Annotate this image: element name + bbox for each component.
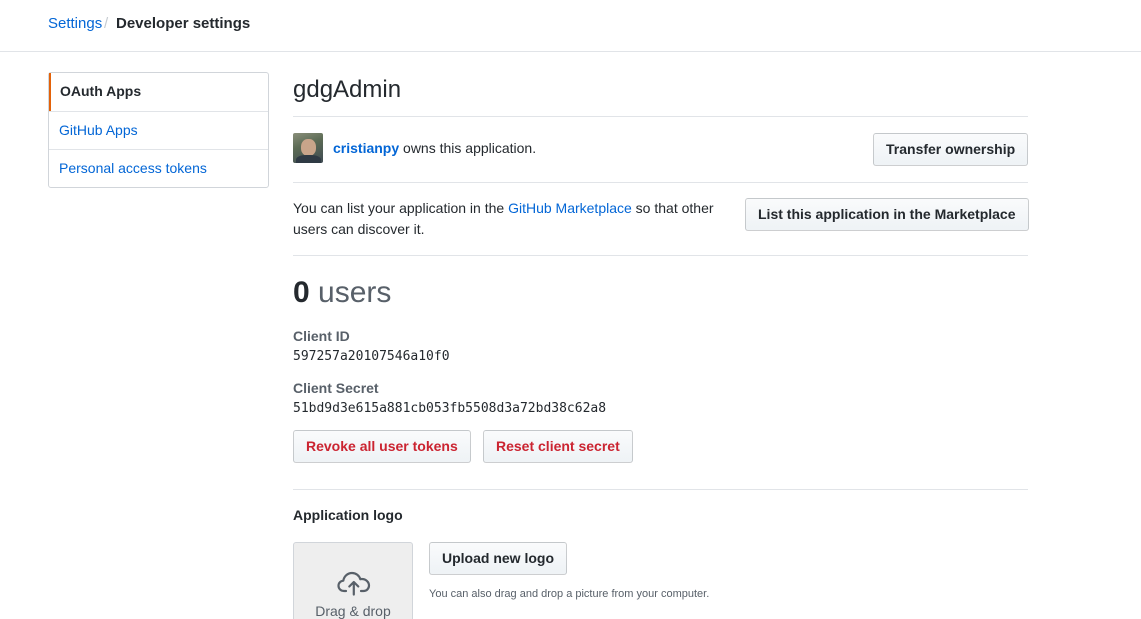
divider: [293, 489, 1028, 490]
revoke-all-user-tokens-button[interactable]: Revoke all user tokens: [293, 430, 471, 463]
users-label: users: [309, 276, 392, 309]
reset-client-secret-button[interactable]: Reset client secret: [483, 430, 633, 463]
owner-text: cristianpy owns this application.: [333, 140, 536, 156]
client-secret-label: Client Secret: [293, 380, 379, 396]
marketplace-prefix: You can list your application in the: [293, 200, 509, 216]
divider: [293, 116, 1028, 117]
client-id-label: Client ID: [293, 328, 350, 344]
sidebar-item-oauth-apps[interactable]: OAuth Apps: [49, 73, 268, 111]
marketplace-description: You can list your application in the Git…: [293, 198, 723, 240]
breadcrumb: Settings / Developer settings: [0, 0, 1141, 52]
list-in-marketplace-button[interactable]: List this application in the Marketplace: [745, 198, 1029, 231]
application-logo-heading: Application logo: [293, 507, 403, 523]
upload-hint: You can also drag and drop a picture fro…: [429, 588, 710, 600]
divider: [293, 182, 1028, 183]
owner-suffix: owns this application.: [399, 140, 537, 156]
cloud-upload-icon: [337, 571, 371, 596]
client-secret-value: 51bd9d3e615a881cb053fb5508d3a72bd38c62a8: [293, 401, 607, 416]
sidebar-item-personal-access-tokens[interactable]: Personal access tokens: [49, 149, 268, 187]
breadcrumb-settings-link[interactable]: Settings: [48, 15, 102, 32]
client-id-value: 597257a20107546a10f0: [293, 349, 450, 364]
transfer-ownership-button[interactable]: Transfer ownership: [873, 133, 1029, 166]
sidebar-item-github-apps[interactable]: GitHub Apps: [49, 111, 268, 149]
divider: [293, 255, 1028, 256]
upload-new-logo-button[interactable]: Upload new logo: [429, 542, 567, 575]
breadcrumb-separator: /: [104, 15, 109, 32]
avatar-body: [296, 155, 321, 163]
github-marketplace-link[interactable]: GitHub Marketplace: [508, 200, 632, 216]
owner-name-link[interactable]: cristianpy: [333, 140, 399, 156]
dropzone-label: Drag & drop: [315, 603, 391, 619]
users-count: 0 users: [293, 276, 391, 310]
avatar[interactable]: [293, 133, 323, 163]
users-number: 0: [293, 276, 310, 309]
settings-sidebar: OAuth Apps GitHub Apps Personal access t…: [48, 72, 269, 188]
avatar-face: [301, 139, 316, 156]
page-title: gdgAdmin: [293, 76, 402, 103]
logo-dropzone[interactable]: Drag & drop: [293, 542, 413, 619]
breadcrumb-current: Developer settings: [116, 15, 251, 32]
